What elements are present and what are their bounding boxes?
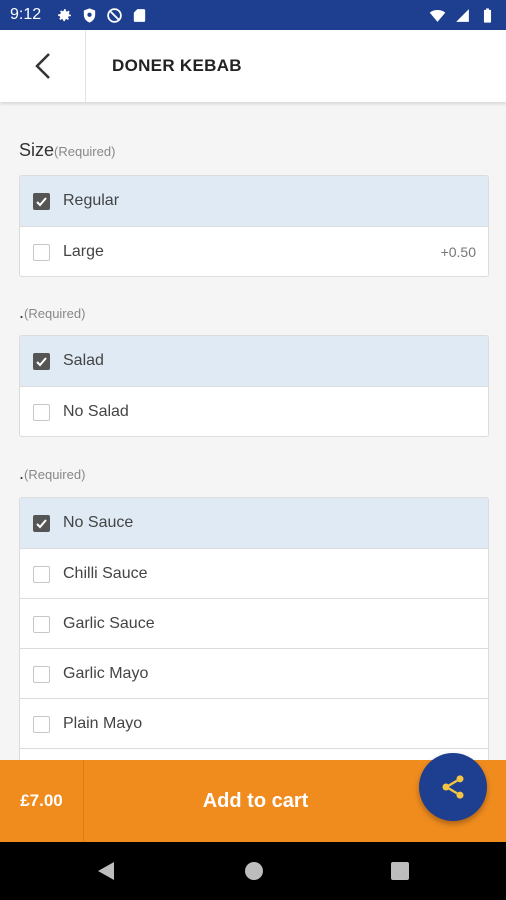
option-label: No Salad: [63, 403, 129, 420]
page-title: DONER KEBAB: [112, 56, 242, 75]
option-row-chilli-sauce[interactable]: Chilli Sauce: [20, 548, 488, 598]
option-row-large[interactable]: Large +0.50: [20, 226, 488, 276]
checkbox-unchecked[interactable]: [33, 716, 50, 733]
wifi-icon: [429, 10, 446, 22]
option-label: Garlic Sauce: [63, 615, 155, 632]
option-label: Chilli Sauce: [63, 565, 148, 582]
option-label: Large: [63, 243, 104, 260]
option-label: No Sauce: [63, 514, 134, 531]
option-row-no-sauce[interactable]: No Sauce: [20, 498, 488, 548]
group-heading-sauce: .(Required): [19, 463, 85, 484]
option-row-no-salad[interactable]: No Salad: [20, 386, 488, 436]
option-row-garlic-mayo[interactable]: Garlic Mayo: [20, 648, 488, 698]
status-bar: 9:12: [0, 0, 506, 30]
required-label: (Required): [24, 306, 86, 321]
checkbox-unchecked[interactable]: [33, 616, 50, 633]
option-group-sauce: No Sauce Chilli Sauce Garlic Sauce Garli…: [19, 497, 489, 760]
checkbox-unchecked[interactable]: [33, 666, 50, 683]
option-row-salad[interactable]: Salad: [20, 336, 488, 386]
app-bar: DONER KEBAB: [0, 30, 506, 102]
option-group-size: Regular Large +0.50: [19, 175, 489, 277]
option-label: Regular: [63, 192, 120, 209]
checkbox-unchecked[interactable]: [33, 404, 50, 421]
option-group-salad: Salad No Salad: [19, 335, 489, 437]
add-to-cart-label: Add to cart: [202, 789, 309, 812]
option-row-partial[interactable]: [20, 748, 488, 760]
sd-card-icon: [133, 9, 146, 22]
chevron-left-icon: [34, 53, 50, 79]
no-data-icon: [107, 8, 122, 23]
checkbox-checked[interactable]: [33, 353, 50, 370]
recents-square-icon[interactable]: [390, 860, 410, 882]
settings-icon: [58, 9, 71, 22]
home-circle-icon[interactable]: [244, 860, 264, 882]
options-list[interactable]: Size(Required) Regular Large +0.50 .(Req…: [0, 102, 506, 760]
option-label: Plain Mayo: [63, 715, 143, 732]
shield-icon: [83, 8, 96, 23]
option-row-plain-mayo[interactable]: Plain Mayo: [20, 698, 488, 748]
back-triangle-icon[interactable]: [96, 860, 116, 882]
option-row-garlic-sauce[interactable]: Garlic Sauce: [20, 598, 488, 648]
battery-icon: [483, 8, 492, 23]
checkbox-unchecked[interactable]: [33, 244, 50, 261]
group-heading-salad: .(Required): [19, 302, 85, 323]
back-button[interactable]: [0, 30, 86, 102]
checkbox-unchecked[interactable]: [33, 566, 50, 583]
option-price: +0.50: [440, 244, 476, 260]
group-heading-size: Size(Required): [19, 140, 115, 161]
required-label: (Required): [24, 467, 86, 482]
option-label: Salad: [63, 352, 104, 369]
group-title: Size: [19, 140, 55, 160]
share-icon: [442, 775, 464, 799]
total-price: £7.00: [0, 760, 84, 842]
checkbox-checked[interactable]: [33, 515, 50, 532]
signal-icon: [456, 9, 469, 22]
option-label: Garlic Mayo: [63, 665, 149, 682]
share-button[interactable]: [419, 753, 487, 821]
option-row-regular[interactable]: Regular: [20, 176, 488, 226]
checkbox-checked[interactable]: [33, 193, 50, 210]
required-label: (Required): [54, 144, 116, 159]
status-time: 9:12: [10, 6, 42, 23]
system-nav-bar: [0, 842, 506, 900]
